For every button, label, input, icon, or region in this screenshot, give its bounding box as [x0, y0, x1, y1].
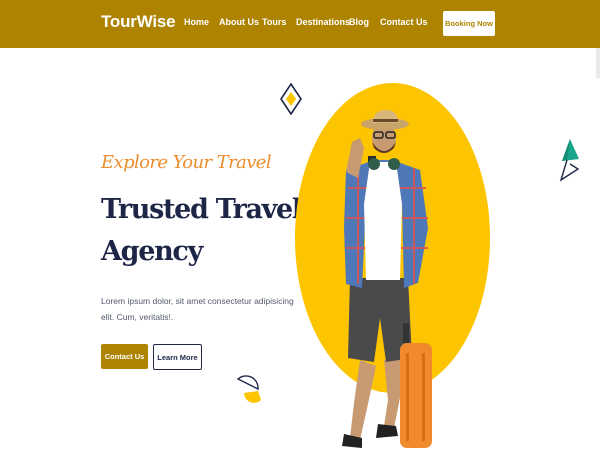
nav-blog[interactable]: Blog [349, 17, 369, 27]
top-navbar: TourWise Home About Us Tours Destination… [0, 0, 600, 48]
nav-destinations[interactable]: Destinations [296, 17, 350, 27]
nav-tours[interactable]: Tours [262, 17, 286, 27]
nav-about-us[interactable]: About Us [219, 17, 259, 27]
booking-now-button[interactable]: Booking Now [443, 11, 495, 36]
half-circle-decoration-icon [236, 375, 261, 403]
paper-plane-icon [559, 139, 580, 182]
hero-description: Lorem ipsum dolor, sit amet consectetur … [101, 296, 294, 322]
brand-logo[interactable]: TourWise [101, 12, 176, 32]
hero-script-tagline: Explore Your Travel [101, 152, 272, 173]
learn-more-button[interactable]: Learn More [153, 344, 202, 370]
nav-home[interactable]: Home [184, 17, 209, 27]
traveler-image [342, 110, 432, 448]
diamond-decoration-icon [280, 83, 302, 115]
hero-headline-line-1: Trusted Travel [101, 194, 302, 225]
nav-contact-us[interactable]: Contact Us [380, 17, 428, 27]
scrollbar[interactable] [596, 48, 600, 78]
hero-headline-line-2: Agency [101, 236, 203, 267]
contact-us-button[interactable]: Contact Us [101, 344, 148, 369]
